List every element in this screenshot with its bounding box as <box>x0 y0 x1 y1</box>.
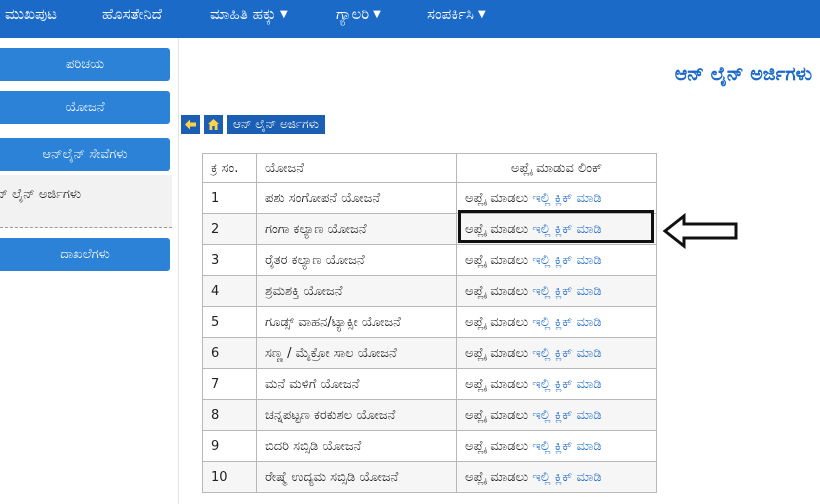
nav-rti[interactable]: ಮಾಹಿತಿ ಹಕ್ಕು ▼ <box>210 0 288 30</box>
apply-link[interactable]: ಇಲ್ಲಿ ಕ್ಲಿಕ್ ಮಾಡಿ <box>532 315 601 330</box>
table-row: 4 ಶ್ರಮಶಕ್ತಿ ಯೋಜನೆ ಅಪ್ಲೈ ಮಾಡಲು ಇಲ್ಲಿ ಕ್ಲಿ… <box>202 275 657 307</box>
arrow-left-icon[interactable] <box>181 115 200 134</box>
top-navbar: ಮುಖಪುಟ ಹೊಸತೇನಿದೆ ಮಾಹಿತಿ ಹಕ್ಕು ▼ ಗ್ಯಾಲರಿ ▼ … <box>0 0 820 38</box>
sidebar-item-introduction[interactable]: ಪರಿಚಯ <box>0 48 170 81</box>
sidebar: ಪರಿಚಯ ಯೋಜನೆ ಆನ್‌ಲೈನ್ ಸೇವೆಗಳು ಆನ್ ಲೈನ್ ಅರ… <box>0 38 179 504</box>
nav-whats-new[interactable]: ಹೊಸತೇನಿದೆ <box>102 0 162 30</box>
apply-cell: ಅಪ್ಲೈ ಮಾಡಲು ಇಲ್ಲಿ ಕ್ಲಿಕ್ ಮಾಡಿ <box>456 399 657 431</box>
row-number: 10 <box>202 461 257 493</box>
row-number: 8 <box>202 399 257 431</box>
nav-contact-label: ಸಂಪರ್ಕಿಸಿ <box>427 5 474 23</box>
scheme-name: ಬಿದರಿ ಸಬ್ಸಿಡಿ ಯೋಜನೆ <box>256 430 457 462</box>
page-title: ಆನ್ ಲೈನ್ ಅರ್ಜಿಗಳು <box>674 63 812 85</box>
apply-link[interactable]: ಇಲ್ಲಿ ಕ್ಲಿಕ್ ಮಾಡಿ <box>532 377 601 392</box>
apply-link[interactable]: ಇಲ್ಲಿ ಕ್ಲಿಕ್ ಮಾಡಿ <box>532 408 601 423</box>
sidebar-item-schemes[interactable]: ಯೋಜನೆ <box>0 91 170 124</box>
nav-rti-label: ಮಾಹಿತಿ ಹಕ್ಕು <box>210 5 276 23</box>
highlight-box <box>458 210 654 243</box>
column-header-number: ಕ್ರ ಸಂ. <box>202 153 257 183</box>
scheme-name: ರೈತರ ಕಲ್ಯಾಣ ಯೋಜನೆ <box>256 244 457 276</box>
breadcrumb-current[interactable]: ಆನ್ ಲೈನ್ ಅರ್ಜಿಗಳು <box>227 115 325 134</box>
apply-text: ಅಪ್ಲೈ ಮಾಡಲು <box>465 469 529 485</box>
scheme-name: ಮನೆ ಮಳಿಗೆ ಯೋಜನೆ <box>256 368 457 400</box>
table-row: 3 ರೈತರ ಕಲ್ಯಾಣ ಯೋಜನೆ ಅಪ್ಲೈ ಮಾಡಲು ಇಲ್ಲಿ ಕ್… <box>202 244 657 276</box>
scheme-name: ಗಂಗಾ ಕಲ್ಯಾಣ ಯೋಜನೆ <box>256 213 457 245</box>
table-row: 9 ಬಿದರಿ ಸಬ್ಸಿಡಿ ಯೋಜನೆ ಅಪ್ಲೈ ಮಾಡಲು ಇಲ್ಲಿ … <box>202 430 657 462</box>
apply-text: ಅಪ್ಲೈ ಮಾಡಲು <box>465 438 529 454</box>
apply-link[interactable]: ಇಲ್ಲಿ ಕ್ಲಿಕ್ ಮಾಡಿ <box>532 191 601 206</box>
apply-link[interactable]: ಇಲ್ಲಿ ಕ್ಲಿಕ್ ಮಾಡಿ <box>532 253 601 268</box>
table-row: 8 ಚನ್ನಪಟ್ಟಣ ಕರಕುಶಲ ಯೋಜನೆ ಅಪ್ಲೈ ಮಾಡಲು ಇಲ್… <box>202 399 657 431</box>
apply-cell: ಅಪ್ಲೈ ಮಾಡಲು ಇಲ್ಲಿ ಕ್ಲಿಕ್ ಮಾಡಿ <box>456 275 657 307</box>
row-number: 1 <box>202 182 257 214</box>
chevron-down-icon: ▼ <box>373 8 381 20</box>
nav-home-label: ಮುಖಪುಟ <box>5 5 57 23</box>
apply-cell: ಅಪ್ಲೈ ಮಾಡಲು ಇಲ್ಲಿ ಕ್ಲಿಕ್ ಮಾಡಿ <box>456 430 657 462</box>
table-row: 6 ಸಣ್ಣ / ಮೈಕ್ರೋ ಸಾಲ ಯೋಜನೆ ಅಪ್ಲೈ ಮಾಡಲು ಇಲ… <box>202 337 657 369</box>
sidebar-item-documents[interactable]: ದಾಖಲೆಗಳು <box>0 238 170 271</box>
apply-cell: ಅಪ್ಲೈ ಮಾಡಲು ಇಲ್ಲಿ ಕ್ಲಿಕ್ ಮಾಡಿ <box>456 368 657 400</box>
apply-cell: ಅಪ್ಲೈ ಮಾಡಲು ಇಲ್ಲಿ ಕ್ಲಿಕ್ ಮಾಡಿ <box>456 337 657 369</box>
scheme-name: ಪಶು ಸಂಗೋಪನೆ ಯೋಜನೆ <box>256 182 457 214</box>
row-number: 5 <box>202 306 257 338</box>
nav-gallery[interactable]: ಗ್ಯಾಲರಿ ▼ <box>336 0 381 30</box>
chevron-down-icon: ▼ <box>279 8 288 20</box>
sidebar-item-label: ಪರಿಚಯ <box>66 57 104 72</box>
nav-whats-new-label: ಹೊಸತೇನಿದೆ <box>102 5 163 23</box>
sidebar-item-label: ದಾಖಲೆಗಳು <box>60 247 110 262</box>
row-number: 4 <box>202 275 257 307</box>
home-icon-glyph <box>208 119 219 130</box>
table-header-row: ಕ್ರ ಸಂ. ಯೋಜನೆ ಅಪ್ಲೈ ಮಾಡುವ ಲಿಂಕ್ <box>202 153 657 183</box>
nav-home[interactable]: ಮುಖಪುಟ <box>5 0 57 30</box>
arrow-left-icon <box>662 213 738 249</box>
arrow-left-icon-glyph <box>185 119 196 130</box>
row-number: 7 <box>202 368 257 400</box>
scheme-name: ಸಣ್ಣ / ಮೈಕ್ರೋ ಸಾಲ ಯೋಜನೆ <box>256 337 457 369</box>
apply-link[interactable]: ಇಲ್ಲಿ ಕ್ಲಿಕ್ ಮಾಡಿ <box>532 284 601 299</box>
table-row: 7 ಮನೆ ಮಳಿಗೆ ಯೋಜನೆ ಅಪ್ಲೈ ಮಾಡಲು ಇಲ್ಲಿ ಕ್ಲಿ… <box>202 368 657 400</box>
sidebar-item-label: ಯೋಜನೆ <box>65 100 105 115</box>
scheme-name: ಚನ್ನಪಟ್ಟಣ ಕರಕುಶಲ ಯೋಜನೆ <box>256 399 457 431</box>
apply-text: ಅಪ್ಲೈ ಮಾಡಲು <box>465 283 529 299</box>
apply-text: ಅಪ್ಲೈ ಮಾಡಲು <box>465 314 529 330</box>
scheme-name: ಶ್ರಮಶಕ್ತಿ ಯೋಜನೆ <box>256 275 457 307</box>
apply-cell: ಅಪ್ಲೈ ಮಾಡಲು ಇಲ್ಲಿ ಕ್ಲಿಕ್ ಮಾಡಿ <box>456 182 657 214</box>
apply-text: ಅಪ್ಲೈ ಮಾಡಲು <box>465 345 529 361</box>
apply-cell: ಅಪ್ಲೈ ಮಾಡಲು ಇಲ್ಲಿ ಕ್ಲಿಕ್ ಮಾಡಿ <box>456 306 657 338</box>
home-icon[interactable] <box>204 115 223 134</box>
scheme-name: ರೇಷ್ಮೆ ಉದ್ಯಮ ಸಬ್ಸಿಡಿ ಯೋಜನೆ <box>256 461 457 493</box>
row-number: 9 <box>202 430 257 462</box>
schemes-table: ಕ್ರ ಸಂ. ಯೋಜನೆ ಅಪ್ಲೈ ಮಾಡುವ ಲಿಂಕ್ 1 ಪಶು ಸಂ… <box>202 153 657 493</box>
apply-text: ಅಪ್ಲೈ ಮಾಡಲು <box>465 407 529 423</box>
scheme-name: ಗೂಡ್ಸ್ ವಾಹನ/ಟ್ಯಾಕ್ಸೀ ಯೋಜನೆ <box>256 306 457 338</box>
sidebar-submenu: ಆನ್ ಲೈನ್ ಅರ್ಜಿಗಳು <box>0 175 172 228</box>
apply-link[interactable]: ಇಲ್ಲಿ ಕ್ಲಿಕ್ ಮಾಡಿ <box>532 470 601 485</box>
nav-gallery-label: ಗ್ಯಾಲರಿ <box>336 5 370 23</box>
chevron-down-icon: ▼ <box>477 8 486 20</box>
nav-contact[interactable]: ಸಂಪರ್ಕಿಸಿ ▼ <box>427 0 486 30</box>
apply-text: ಅಪ್ಲೈ ಮಾಡಲು <box>465 190 529 206</box>
column-header-scheme: ಯೋಜನೆ <box>256 153 457 183</box>
sidebar-item-label: ಆನ್‌ಲೈನ್ ಸೇವೆಗಳು <box>42 147 128 162</box>
table-row: 10 ರೇಷ್ಮೆ ಉದ್ಯಮ ಸಬ್ಸಿಡಿ ಯೋಜನೆ ಅಪ್ಲೈ ಮಾಡಲ… <box>202 461 657 493</box>
apply-cell: ಅಪ್ಲೈ ಮಾಡಲು ಇಲ್ಲಿ ಕ್ಲಿಕ್ ಮಾಡಿ <box>456 244 657 276</box>
column-header-apply-link: ಅಪ್ಲೈ ಮಾಡುವ ಲಿಂಕ್ <box>456 153 657 183</box>
breadcrumb: ಆನ್ ಲೈನ್ ಅರ್ಜಿಗಳು <box>181 115 325 134</box>
apply-link[interactable]: ಇಲ್ಲಿ ಕ್ಲಿಕ್ ಮಾಡಿ <box>532 346 601 361</box>
apply-link[interactable]: ಇಲ್ಲಿ ಕ್ಲಿಕ್ ಮಾಡಿ <box>532 439 601 454</box>
sidebar-subitem-online-applications[interactable]: ಆನ್ ಲೈನ್ ಅರ್ಜಿಗಳು <box>0 187 81 202</box>
table-row: 5 ಗೂಡ್ಸ್ ವಾಹನ/ಟ್ಯಾಕ್ಸೀ ಯೋಜನೆ ಅಪ್ಲೈ ಮಾಡಲು… <box>202 306 657 338</box>
table-row: 1 ಪಶು ಸಂಗೋಪನೆ ಯೋಜನೆ ಅಪ್ಲೈ ಮಾಡಲು ಇಲ್ಲಿ ಕ್… <box>202 182 657 214</box>
apply-text: ಅಪ್ಲೈ ಮಾಡಲು <box>465 252 529 268</box>
apply-cell: ಅಪ್ಲೈ ಮಾಡಲು ಇಲ್ಲಿ ಕ್ಲಿಕ್ ಮಾಡಿ <box>456 461 657 493</box>
row-number: 2 <box>202 213 257 245</box>
sidebar-item-online-services[interactable]: ಆನ್‌ಲೈನ್ ಸೇವೆಗಳು <box>0 138 170 171</box>
row-number: 6 <box>202 337 257 369</box>
apply-text: ಅಪ್ಲೈ ಮಾಡಲು <box>465 376 529 392</box>
row-number: 3 <box>202 244 257 276</box>
